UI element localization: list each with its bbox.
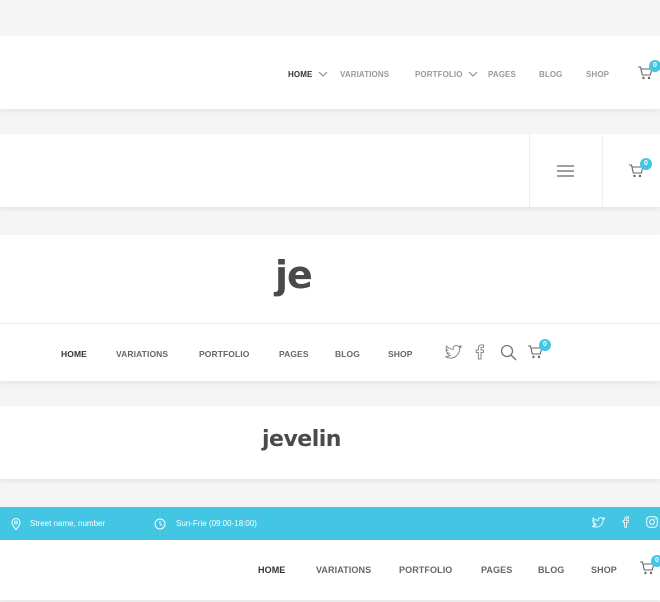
nav-shop[interactable]: SHOP [388,349,413,359]
nav-shop[interactable]: SHOP [586,70,609,79]
header-variant-1: HOME VARIATIONS PORTFOLIO PAGES BLOG SHO… [0,36,660,109]
nav-variations[interactable]: VARIATIONS [316,565,371,575]
hamburger-icon[interactable] [557,165,574,177]
cart-button[interactable]: 0 [628,158,652,182]
cart-count-badge: 0 [649,60,660,72]
cart-count-badge: 0 [539,339,551,351]
nav-portfolio[interactable]: PORTFOLIO [199,349,249,359]
nav-blog[interactable]: BLOG [538,565,564,575]
logo[interactable]: je [275,253,313,297]
nav-shop[interactable]: SHOP [591,565,617,575]
nav-home[interactable]: HOME [61,349,87,359]
nav-blog[interactable]: BLOG [335,349,360,359]
nav-portfolio[interactable]: PORTFOLIO [415,70,463,79]
chevron-down-icon[interactable] [318,71,328,78]
top-info-bar: Street name, number Sun-Frie (09:00-18:0… [0,507,660,540]
nav-pages[interactable]: PAGES [488,70,516,79]
twitter-icon[interactable] [445,345,462,359]
twitter-icon[interactable] [592,517,605,528]
cart-button[interactable]: 0 [527,339,551,363]
clock-icon [154,518,166,530]
nav-home[interactable]: HOME [258,565,285,575]
chevron-down-icon[interactable] [468,71,478,78]
divider [0,323,660,324]
hours-text: Sun-Frie (09:00-18:00) [176,519,257,528]
header-variant-2: 0 [0,134,660,207]
divider [529,134,530,207]
divider [602,134,603,207]
cart-count-badge: 0 [640,158,652,170]
nav-pages[interactable]: PAGES [481,565,512,575]
cart-button[interactable]: 0 [637,60,660,84]
header-variant-3: je HOME VARIATIONS PORTFOLIO PAGES BLOG … [0,235,660,381]
instagram-icon[interactable] [646,516,658,528]
search-icon[interactable] [500,344,517,361]
cart-button[interactable]: 0 [639,555,660,579]
nav-home[interactable]: HOME [288,70,312,79]
cart-count-badge: 0 [651,555,660,567]
nav-pages[interactable]: PAGES [279,349,309,359]
nav-portfolio[interactable]: PORTFOLIO [399,565,452,575]
header-variant-5-nav: HOME VARIATIONS PORTFOLIO PAGES BLOG SHO… [0,540,660,600]
nav-variations[interactable]: VARIATIONS [116,349,168,359]
nav-variations[interactable]: VARIATIONS [340,70,389,79]
nav-blog[interactable]: BLOG [539,70,563,79]
facebook-icon[interactable] [475,344,484,360]
header-variant-4: jevelin [0,406,660,479]
facebook-icon[interactable] [622,516,629,528]
address-text: Street name, number [30,519,106,528]
logo[interactable]: jevelin [262,427,341,452]
location-icon [11,518,21,530]
